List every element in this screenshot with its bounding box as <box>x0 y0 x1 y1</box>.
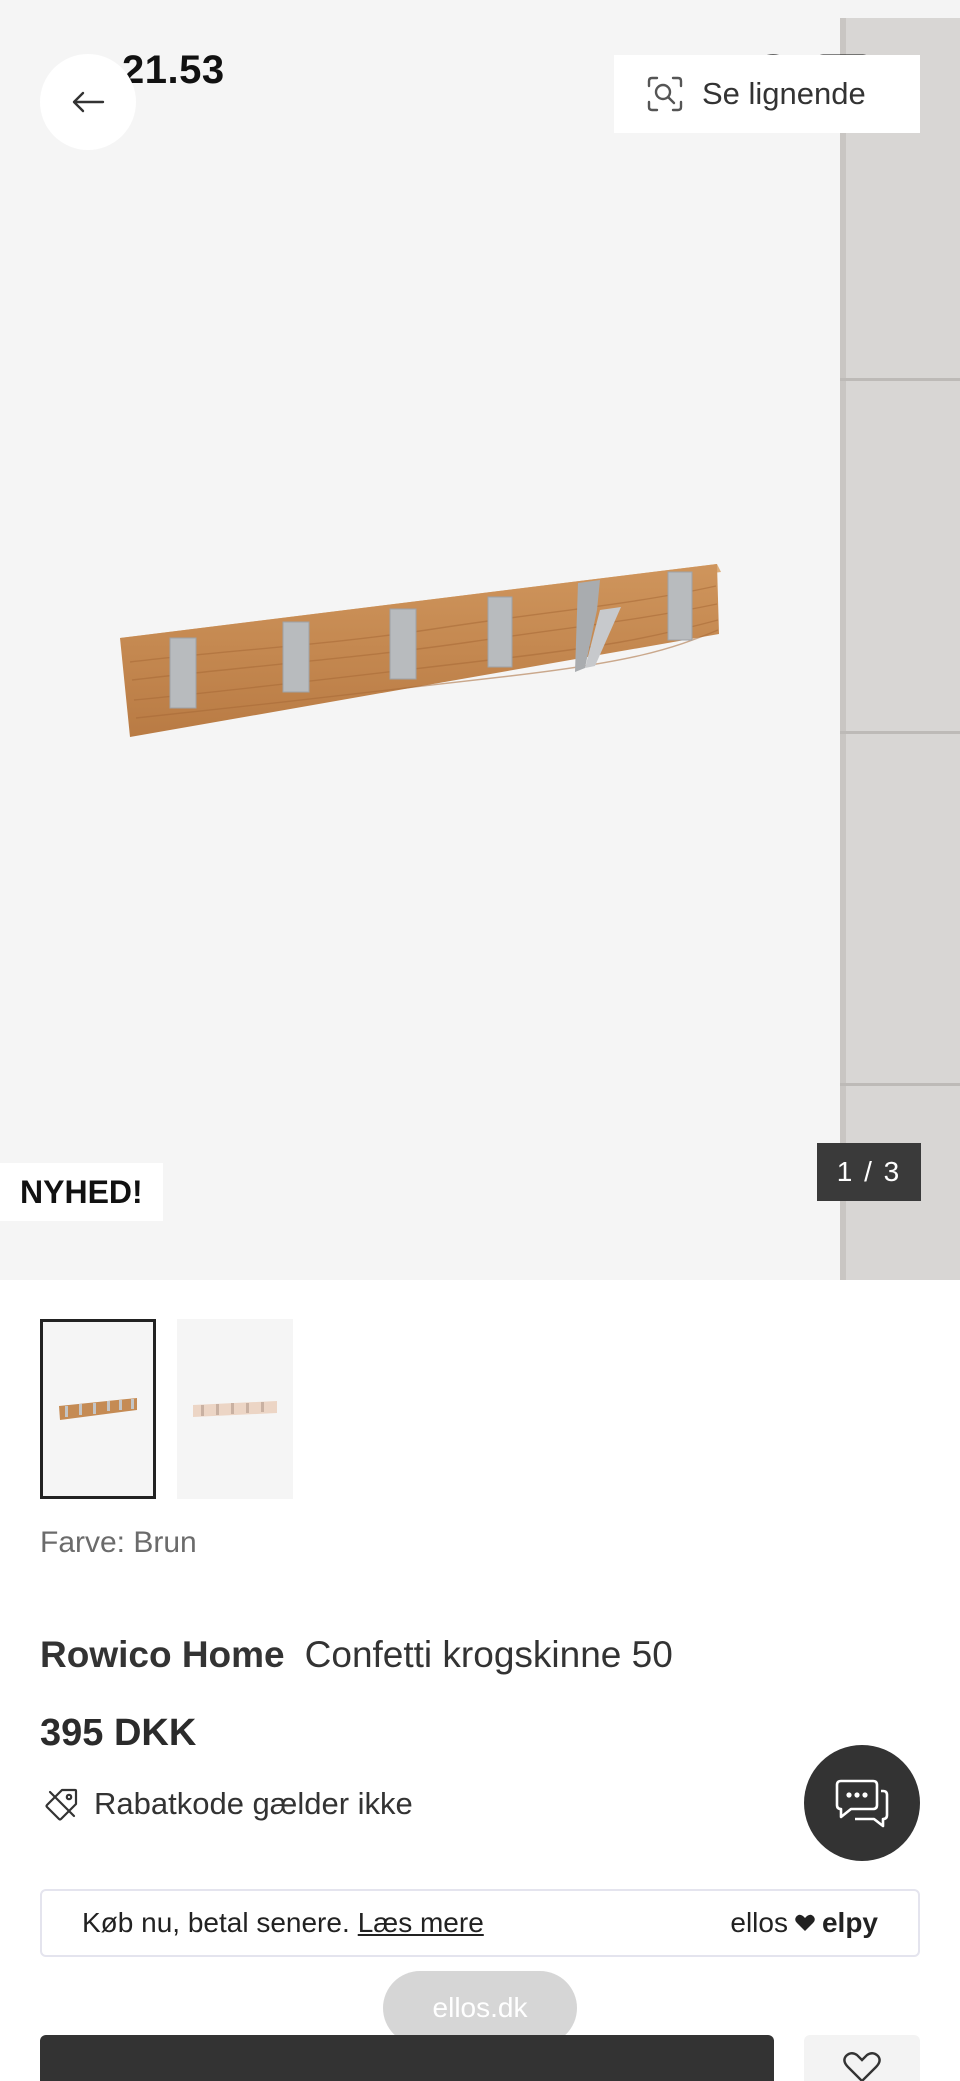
status-time: 21.53 <box>122 48 225 92</box>
image-counter: 1 / 3 <box>817 1143 921 1201</box>
thumbnail-product-image <box>59 1398 137 1420</box>
visual-search-icon <box>647 76 683 112</box>
thumbnail-2[interactable] <box>177 1319 293 1499</box>
ellos-elpy-logo: ellos elpy <box>730 1907 878 1939</box>
buy-now-pay-later-banner: Køb nu, betal senere. Læs mere ellos elp… <box>40 1889 920 1957</box>
elpy-logo-text: elpy <box>821 1907 878 1938</box>
browser-url-pill[interactable]: ellos.dk <box>383 1971 577 2045</box>
product-gallery[interactable]: NYHED! 1 / 3 <box>0 0 960 1280</box>
product-title: Rowico Home Confetti krogskinne 50 <box>40 1634 673 1676</box>
tile-seam <box>840 378 960 381</box>
see-similar-button[interactable]: Se lignende <box>614 55 920 133</box>
thumbnail-product-image <box>193 1401 277 1417</box>
chat-button[interactable] <box>804 1745 920 1861</box>
see-similar-label: Se lignende <box>702 76 866 111</box>
tile-seam <box>840 1083 960 1086</box>
chat-icon <box>835 1779 889 1828</box>
tile-seam <box>840 731 960 734</box>
tag-slash-icon <box>45 1788 78 1821</box>
color-label: Farve: Brun <box>40 1526 197 1559</box>
back-button[interactable] <box>40 54 136 150</box>
slide-edge-shadow <box>840 18 846 1280</box>
product-name: Confetti krogskinne 50 <box>304 1634 673 1675</box>
read-more-link[interactable]: Læs mere <box>358 1907 484 1939</box>
arrow-left-icon <box>72 91 105 113</box>
product-brand[interactable]: Rowico Home <box>40 1634 285 1675</box>
thumbnail-1[interactable] <box>40 1319 156 1499</box>
favorite-button[interactable] <box>804 2035 920 2081</box>
new-badge: NYHED! <box>0 1163 163 1221</box>
add-to-cart-button[interactable] <box>40 2035 774 2081</box>
product-image <box>120 564 721 737</box>
bnpl-text: Køb nu, betal senere. <box>82 1907 350 1938</box>
promo-notice: Rabatkode gælder ikke <box>44 1786 413 1822</box>
promo-text: Rabatkode gælder ikke <box>94 1786 413 1821</box>
ellos-logo-text: ellos <box>730 1907 788 1938</box>
heart-outline-icon <box>843 2052 881 2081</box>
heart-icon <box>795 1914 815 1931</box>
next-slide-peek[interactable] <box>840 18 960 1280</box>
product-price: 395 DKK <box>40 1712 197 1754</box>
